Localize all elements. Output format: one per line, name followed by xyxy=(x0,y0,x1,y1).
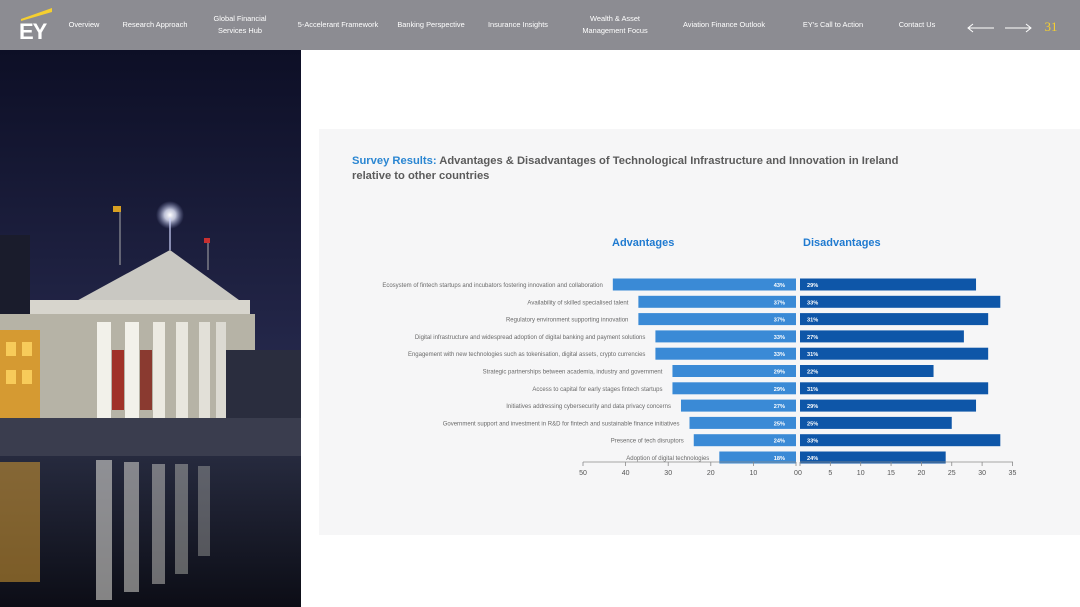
advantage-data-label: 25% xyxy=(774,421,785,427)
disadvantage-data-label: 31% xyxy=(807,318,818,324)
category-label: Initiatives addressing cybersecurity and… xyxy=(506,404,671,410)
advantage-data-label: 43% xyxy=(774,283,785,289)
advantage-data-label: 29% xyxy=(774,370,785,376)
advantage-data-label: 18% xyxy=(774,456,785,462)
category-label: Access to capital for early stages finte… xyxy=(532,387,662,393)
category-label: Digital infrastructure and widespread ad… xyxy=(415,335,645,341)
right-axis-tick-label: 0 xyxy=(798,470,802,477)
disadvantage-data-label: 25% xyxy=(807,421,818,427)
category-label: Availability of skilled specialised tale… xyxy=(527,300,628,306)
disadvantage-data-label: 29% xyxy=(807,404,818,410)
left-axis-tick-label: 20 xyxy=(707,470,715,477)
left-axis-tick-label: 10 xyxy=(750,470,758,477)
left-axis-tick-label: 30 xyxy=(664,470,672,477)
disadvantage-data-label: 27% xyxy=(807,335,818,341)
advantage-data-label: 37% xyxy=(774,300,785,306)
advantage-bar xyxy=(638,313,796,326)
left-axis-tick-label: 50 xyxy=(579,470,587,477)
diverging-bar-chart: 43% 29% Ecosystem of fintech startups and … xyxy=(382,278,1017,477)
disadvantage-bar xyxy=(800,382,989,395)
disadvantage-data-label: 24% xyxy=(807,456,818,462)
category-label: Engagement with new technologies such as… xyxy=(408,352,645,358)
disadvantage-data-label: 29% xyxy=(807,283,818,289)
right-axis-tick-label: 20 xyxy=(918,470,926,477)
disadvantage-bar xyxy=(800,347,989,360)
right-axis-tick-label: 35 xyxy=(1009,470,1017,477)
disadvantage-bar xyxy=(800,416,952,429)
category-label: Government support and investment in R&D… xyxy=(443,421,680,427)
disadvantage-data-label: 22% xyxy=(807,370,818,376)
right-axis-tick-label: 5 xyxy=(828,470,832,477)
disadvantage-data-label: 33% xyxy=(807,439,818,445)
advantage-bar xyxy=(612,278,796,291)
category-label: Strategic partnerships between academia,… xyxy=(483,370,663,376)
disadvantage-data-label: 31% xyxy=(807,352,818,358)
advantage-data-label: 33% xyxy=(774,352,785,358)
category-label: Regulatory environment supporting innova… xyxy=(506,318,628,324)
right-axis-tick-label: 10 xyxy=(857,470,865,477)
disadvantage-bar xyxy=(800,330,964,343)
disadvantage-bar xyxy=(800,434,1001,447)
category-label: Adoption of digital technologies xyxy=(626,456,709,462)
advantage-data-label: 37% xyxy=(774,318,785,324)
right-axis-tick-label: 15 xyxy=(887,470,895,477)
advantage-data-label: 29% xyxy=(774,387,785,393)
disadvantage-bar xyxy=(800,295,1001,308)
advantage-data-label: 33% xyxy=(774,335,785,341)
advantage-bar xyxy=(638,295,796,308)
category-label: Ecosystem of fintech startups and incuba… xyxy=(382,283,602,289)
disadvantage-data-label: 33% xyxy=(807,300,818,306)
disadvantage-bar xyxy=(800,278,977,291)
disadvantage-bar xyxy=(800,399,977,412)
disadvantage-bar xyxy=(800,313,989,326)
advantage-data-label: 24% xyxy=(774,439,785,445)
disadvantage-data-label: 31% xyxy=(807,387,818,393)
right-axis-tick-label: 25 xyxy=(948,470,956,477)
disadvantage-bar xyxy=(800,365,934,377)
right-axis-tick-label: 30 xyxy=(978,470,986,477)
category-label: Presence of tech disruptors xyxy=(611,439,684,445)
left-axis-tick-label: 40 xyxy=(622,470,630,477)
advantage-data-label: 27% xyxy=(774,404,785,410)
